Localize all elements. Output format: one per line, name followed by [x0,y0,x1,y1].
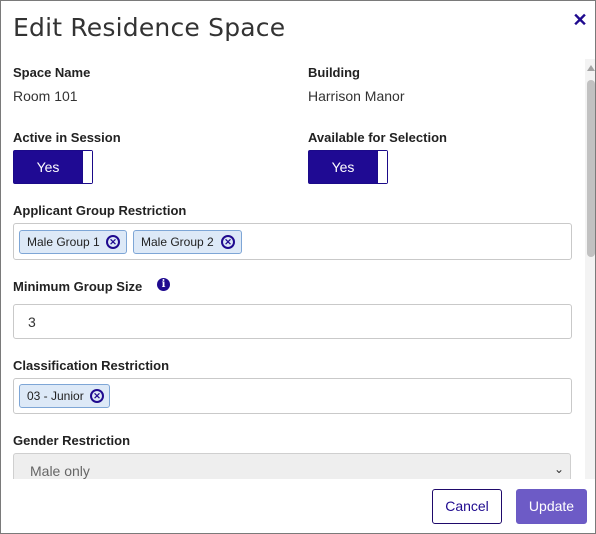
space-name-label: Space Name [13,65,91,80]
available-for-selection-toggle[interactable]: Yes [308,150,388,184]
applicant-group-multiselect[interactable]: Male Group 1 ✕ Male Group 2 ✕ [13,223,572,260]
scroll-thumb[interactable] [587,80,595,257]
scroll-up-arrow-icon[interactable] [587,65,595,71]
remove-chip-icon[interactable]: ✕ [106,235,120,249]
close-icon[interactable]: ✕ [571,11,589,29]
active-in-session-toggle[interactable]: Yes [13,150,93,184]
dialog-body: Space Name Room 101 Building Harrison Ma… [1,59,585,479]
toggle-knob [377,151,387,183]
available-for-selection-label: Available for Selection [308,130,447,145]
chevron-down-icon: ⌄ [554,462,565,476]
toggle-on-label: Yes [309,151,377,183]
remove-chip-icon[interactable]: ✕ [221,235,235,249]
chip-03-junior: 03 - Junior ✕ [19,384,110,408]
classification-restriction-label: Classification Restriction [13,358,170,373]
chip-label: Male Group 1 [27,235,100,249]
classification-multiselect[interactable]: 03 - Junior ✕ [13,378,572,414]
applicant-group-restriction-label: Applicant Group Restriction [13,203,187,218]
chip-male-group-1: Male Group 1 ✕ [19,230,127,254]
minimum-group-size-value: 3 [28,314,36,330]
chip-label: 03 - Junior [27,389,84,403]
toggle-on-label: Yes [14,151,82,183]
cancel-button[interactable]: Cancel [432,489,502,524]
dialog-title: Edit Residence Space [13,13,286,42]
building-value: Harrison Manor [308,88,405,104]
minimum-group-size-label: Minimum Group Size [13,279,143,294]
space-name-value: Room 101 [13,88,78,104]
toggle-knob [82,151,92,183]
minimum-group-size-input[interactable]: 3 [13,304,572,339]
gender-restriction-selected: Male only [30,463,90,479]
active-in-session-label: Active in Session [13,130,121,145]
info-icon[interactable]: i [157,278,170,291]
remove-chip-icon[interactable]: ✕ [90,389,104,403]
update-button[interactable]: Update [516,489,587,524]
gender-restriction-label: Gender Restriction [13,433,131,448]
chip-label: Male Group 2 [141,235,214,249]
gender-restriction-select[interactable]: Male only ⌄ [13,453,571,479]
building-label: Building [308,65,360,80]
edit-residence-space-dialog: Edit Residence Space ✕ Space Name Room 1… [0,0,596,534]
chip-male-group-2: Male Group 2 ✕ [133,230,242,254]
vertical-scrollbar[interactable] [585,59,595,479]
